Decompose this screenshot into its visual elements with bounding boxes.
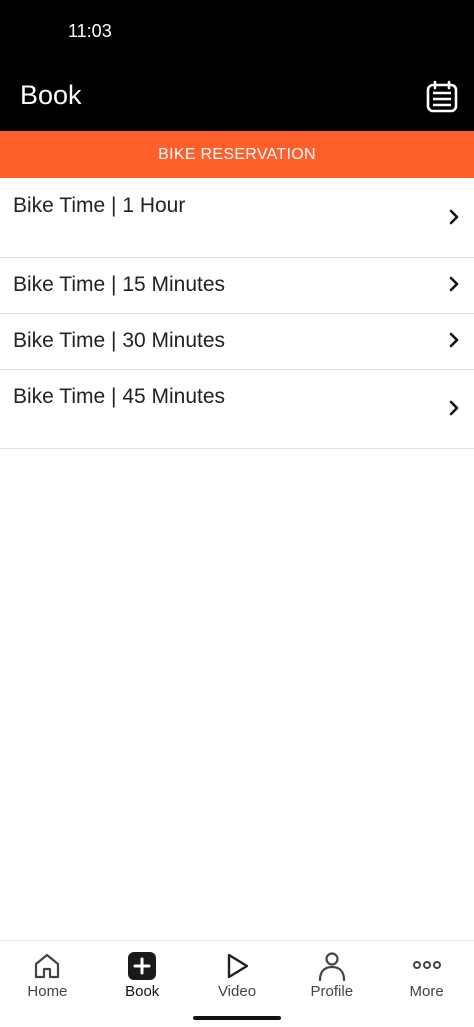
reservation-list: Bike Time | 1 Hour Bike Time | 15 Minute… xyxy=(0,178,474,449)
tab-label: Video xyxy=(217,983,257,1000)
tab-video[interactable]: Video xyxy=(190,941,285,1011)
status-bar: 11:03 xyxy=(0,0,474,64)
list-item-label: Bike Time | 15 Minutes xyxy=(13,273,226,296)
tab-book[interactable]: Book xyxy=(95,941,190,1011)
chevron-right-icon xyxy=(449,332,459,348)
list-item-label: Bike Time | 30 Minutes xyxy=(13,329,226,352)
play-icon xyxy=(227,953,249,979)
tab-bar: Home Book Video Profile More xyxy=(0,940,474,1027)
calendar-icon xyxy=(426,80,458,113)
status-time: 11:03 xyxy=(68,21,112,41)
list-item[interactable]: Bike Time | 1 Hour xyxy=(0,178,474,258)
chevron-right-icon xyxy=(449,400,459,416)
chevron-right-icon xyxy=(449,276,459,292)
more-icon xyxy=(412,961,441,969)
calendar-button[interactable] xyxy=(426,80,458,114)
list-item-label: Bike Time | 1 Hour xyxy=(13,194,186,217)
profile-icon xyxy=(318,952,345,981)
add-icon xyxy=(128,952,157,980)
app-header: Book xyxy=(0,64,474,131)
page-title: Book xyxy=(20,80,82,110)
tab-label: More xyxy=(409,983,444,1000)
list-item-label: Bike Time | 45 Minutes xyxy=(13,385,226,408)
list-item[interactable]: Bike Time | 15 Minutes xyxy=(0,258,474,314)
list-item[interactable]: Bike Time | 30 Minutes xyxy=(0,314,474,370)
chevron-right-icon xyxy=(449,209,459,225)
section-banner: BIKE RESERVATION xyxy=(0,131,474,178)
tab-profile[interactable]: Profile xyxy=(284,941,379,1011)
home-icon xyxy=(35,953,60,979)
list-item[interactable]: Bike Time | 45 Minutes xyxy=(0,370,474,449)
tab-label: Profile xyxy=(310,983,354,1000)
banner-label: BIKE RESERVATION xyxy=(158,145,316,163)
tab-more[interactable]: More xyxy=(379,941,474,1011)
tab-label: Home xyxy=(27,983,68,1000)
tab-label: Book xyxy=(125,983,160,1000)
home-indicator xyxy=(193,1016,281,1020)
tab-home[interactable]: Home xyxy=(0,941,95,1011)
